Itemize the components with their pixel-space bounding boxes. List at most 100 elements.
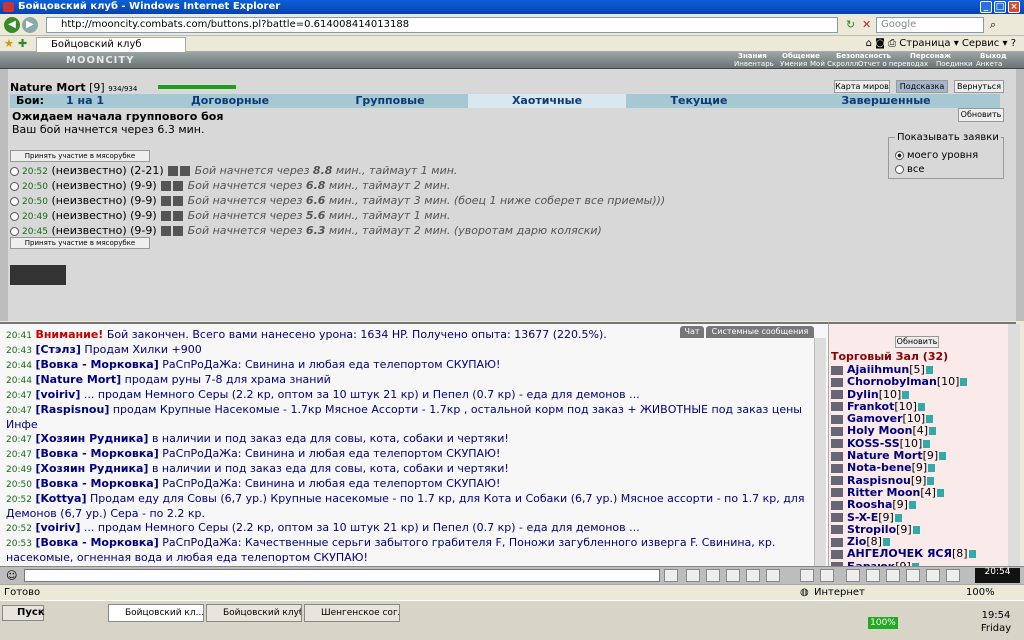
action-icon-2[interactable]	[866, 569, 880, 582]
room-user-name[interactable]: Zio	[847, 535, 866, 548]
return-button[interactable]: Вернуться	[954, 80, 1004, 93]
world-map-button[interactable]: Карта миров	[834, 80, 890, 93]
rating-counter-badge[interactable]	[10, 265, 66, 285]
room-user-name[interactable]: Roosha	[847, 498, 892, 511]
info-icon[interactable]	[928, 464, 936, 473]
feeds-icon[interactable]: ◙	[875, 38, 885, 49]
smiley-icon[interactable]: ☺	[6, 569, 17, 582]
refresh-button[interactable]: Обновить	[958, 108, 1004, 122]
info-icon[interactable]	[925, 366, 933, 374]
info-icon[interactable]	[917, 402, 925, 411]
info-icon[interactable]	[908, 501, 916, 510]
battle-radio[interactable]	[10, 226, 19, 236]
chat-nick[interactable]: [Стэлз]	[35, 343, 80, 356]
add-favorites-icon[interactable]: ✚	[18, 37, 27, 50]
send-icon[interactable]	[664, 569, 678, 582]
tab-1v1[interactable]: 1 на 1	[50, 94, 120, 108]
tools-menu[interactable]: Сервис	[962, 38, 999, 49]
chat-nick[interactable]: [Хозяин Рудника]	[35, 432, 148, 445]
info-icon[interactable]	[968, 550, 976, 559]
info-icon[interactable]	[960, 378, 968, 387]
battle-radio[interactable]	[10, 196, 19, 206]
print-icon[interactable]: ⎙	[888, 38, 896, 49]
info-icon[interactable]	[923, 439, 931, 448]
hint-button[interactable]: Подсказка	[896, 80, 948, 93]
chat-nick[interactable]: [Вовка - Морковка]	[35, 536, 158, 549]
chat-nick[interactable]: [Вовка - Морковка]	[35, 477, 158, 490]
room-user-name[interactable]: Stropilo	[847, 523, 896, 536]
filter-icon[interactable]	[706, 569, 720, 582]
menu-inventory[interactable]: Инвентарь	[734, 60, 774, 68]
chat-input[interactable]	[24, 569, 660, 582]
tab-group[interactable]: Групповые	[310, 94, 470, 108]
room-user-name[interactable]: Ajaiihmun	[847, 364, 909, 376]
menu-scroll[interactable]: Мой Скроллл	[810, 60, 858, 68]
forward-icon[interactable]: ▶	[22, 17, 38, 33]
action-icon-6[interactable]	[946, 569, 960, 582]
task-item[interactable]: Шенгенское согл...	[304, 604, 400, 622]
menu-knowledge[interactable]: Знания	[738, 52, 767, 60]
room-user-name[interactable]: Dylin	[847, 388, 879, 401]
close-button[interactable]: ×	[1008, 1, 1020, 13]
room-scrollbar[interactable]	[1008, 324, 1020, 566]
info-icon[interactable]	[894, 513, 902, 522]
minimize-button[interactable]: _	[980, 1, 992, 13]
home-icon[interactable]: ⌂	[866, 38, 872, 49]
option-my-level[interactable]: моего уровня	[895, 150, 978, 161]
search-input[interactable]: Google	[876, 17, 984, 33]
maximize-button[interactable]: □	[994, 1, 1006, 13]
room-user-name[interactable]: АНГЕЛОЧЕК ЯСЯ	[847, 547, 952, 560]
menu-skills[interactable]: Умения	[780, 60, 807, 68]
info-icon[interactable]	[912, 525, 920, 534]
chat-scrollbar[interactable]	[814, 338, 826, 566]
action-icon-3[interactable]	[886, 569, 900, 582]
translit-icon[interactable]	[746, 569, 760, 582]
room-user-name[interactable]: Nota-bene	[847, 461, 912, 474]
menu-transfers[interactable]: Отчет о переводах	[858, 60, 928, 68]
back-icon[interactable]: ◀	[4, 17, 20, 33]
tab-chaotic[interactable]: Хаотичные	[468, 94, 626, 108]
info-icon[interactable]	[936, 488, 944, 497]
url-input[interactable]: http://mooncity.combats.com/buttons.pl?b…	[46, 17, 838, 33]
task-item[interactable]: Бойцовский клуб...	[206, 604, 302, 622]
menu-social[interactable]: Общение	[782, 52, 820, 60]
room-user-name[interactable]: Holy Moon	[847, 424, 912, 437]
chat-nick[interactable]: [Kottya]	[35, 492, 86, 505]
chat-nick[interactable]: [Вовка - Морковка]	[35, 358, 158, 371]
battle-radio[interactable]	[10, 181, 19, 191]
user-icon[interactable]	[820, 569, 834, 582]
tab-agreed[interactable]: Договорные	[150, 94, 310, 108]
start-button[interactable]: Пуск	[2, 605, 45, 621]
help-icon[interactable]: ?	[1011, 38, 1016, 49]
tab-finished[interactable]: Завершенные	[772, 94, 1000, 108]
chat-nick[interactable]: [Raspisnou]	[35, 403, 109, 416]
browser-tab[interactable]: Бойцовский клуб	[36, 37, 186, 52]
player-name[interactable]: Nature Mort	[10, 81, 86, 94]
room-user-name[interactable]: Gamover	[847, 412, 903, 425]
action-icon-1[interactable]	[846, 569, 860, 582]
chat-nick[interactable]: [voiriv]	[35, 388, 80, 401]
info-icon[interactable]	[926, 415, 934, 424]
join-button-top[interactable]: Принять участие в мясорубке	[10, 150, 150, 162]
stop-icon[interactable]: ✕	[862, 18, 871, 31]
action-icon-5[interactable]	[926, 569, 940, 582]
menu-duels[interactable]: Поединки	[936, 60, 973, 68]
radio-all[interactable]	[895, 164, 904, 174]
zoom-level[interactable]: 100%	[966, 585, 995, 601]
chat-nick[interactable]: [Вовка - Морковка]	[35, 447, 158, 460]
battle-radio[interactable]	[10, 211, 19, 221]
task-item[interactable]: Бойцовский кл...	[108, 604, 204, 622]
chat-nick[interactable]: [Хозяин Рудника]	[35, 462, 148, 475]
emoticon-icon[interactable]	[800, 569, 814, 582]
radio-my-level[interactable]	[895, 150, 904, 160]
chat-settings-icon[interactable]	[766, 569, 780, 582]
page-menu[interactable]: Страница	[899, 38, 950, 49]
info-icon[interactable]	[929, 427, 937, 436]
info-icon[interactable]	[882, 538, 890, 547]
chat-nick[interactable]: [Nature Mort]	[35, 373, 121, 386]
chat-nick[interactable]: Внимание!	[35, 328, 103, 341]
info-icon[interactable]	[902, 390, 910, 399]
room-user-name[interactable]: Chornobylman	[847, 375, 937, 388]
refresh-icon[interactable]: ↻	[846, 18, 855, 31]
clear-icon[interactable]	[686, 569, 700, 582]
